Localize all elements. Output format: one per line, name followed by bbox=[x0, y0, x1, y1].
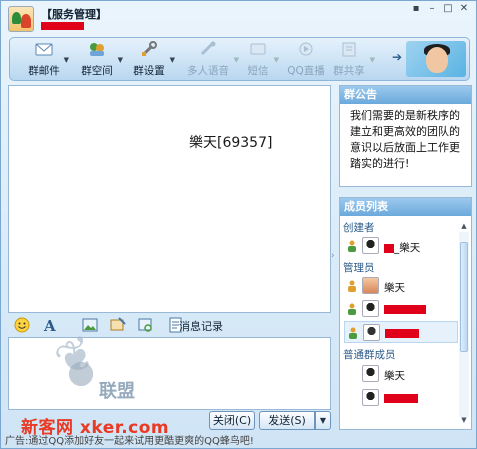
user-photo[interactable] bbox=[406, 41, 466, 77]
font-icon[interactable]: A bbox=[42, 317, 58, 333]
title-bar[interactable]: 【服务管理】 ▪ – □ ✕ bbox=[1, 1, 476, 37]
member-row[interactable] bbox=[344, 387, 458, 409]
chat-window: 【服务管理】 ▪ – □ ✕ 群邮件 ▼ 群空间 ▼ 群设置 ▼ 多人语音 ▼ bbox=[0, 0, 477, 449]
scroll-thumb[interactable] bbox=[460, 242, 468, 352]
qq-live-button[interactable]: QQ直播 bbox=[286, 40, 326, 78]
member-avatar bbox=[362, 277, 379, 294]
group-space-icon bbox=[90, 43, 104, 56]
multi-voice-button[interactable]: 多人语音 ▼ bbox=[186, 40, 239, 78]
group-space-button[interactable]: 群空间 ▼ bbox=[80, 40, 123, 78]
svg-text:A: A bbox=[43, 317, 56, 333]
member-name: 樂天 bbox=[384, 282, 405, 294]
window-title: 【服务管理】 bbox=[41, 8, 107, 21]
member-row[interactable]: 樂天 bbox=[344, 363, 458, 385]
chevron-down-icon[interactable]: ▼ bbox=[234, 56, 239, 64]
chevron-down-icon[interactable]: ▼ bbox=[64, 56, 69, 64]
member-avatar bbox=[362, 300, 379, 317]
toolbar-label: 群空间 bbox=[81, 65, 113, 77]
live-icon bbox=[299, 42, 313, 56]
member-row[interactable]: 樂天 bbox=[344, 275, 458, 297]
toolbar-label: 群设置 bbox=[133, 65, 165, 77]
announcement-text[interactable]: 我们需要的是新秩序的建立和更高效的团队的意识以后放面上工作更踏实的进行! bbox=[340, 104, 471, 172]
group-label-creator: 创建者 bbox=[343, 222, 375, 234]
chevron-down-icon[interactable]: ▼ bbox=[118, 56, 123, 64]
close-button[interactable]: 关闭(C) bbox=[209, 411, 255, 430]
ad-text[interactable]: 广告:通过QQ添加好友一起来试用更酷更爽的QQ蜂鸟吧! bbox=[5, 432, 335, 448]
member-name: _樂天 bbox=[384, 240, 420, 255]
pin-icon[interactable]: ▪ bbox=[410, 3, 422, 15]
group-mail-button[interactable]: 群邮件 ▼ bbox=[28, 40, 69, 78]
chevron-down-icon[interactable]: ▼ bbox=[274, 56, 279, 64]
member-list-panel: 成员列表 创建者 _樂天 管理员 樂天 普通群成员 樂天 ▲ ▼ bbox=[339, 197, 472, 430]
chevron-down-icon[interactable]: ▼ bbox=[170, 56, 175, 64]
group-settings-button[interactable]: 群设置 ▼ bbox=[132, 40, 175, 78]
watermark-brand: 联盟 bbox=[99, 381, 135, 402]
group-label-members: 普通群成员 bbox=[343, 349, 396, 361]
member-name bbox=[384, 303, 426, 315]
screenshot-icon[interactable] bbox=[110, 317, 126, 333]
send-button[interactable]: 发送(S) bbox=[259, 411, 315, 430]
group-toolbar: 群邮件 ▼ 群空间 ▼ 群设置 ▼ 多人语音 ▼ 短信 ▼ QQ直播 群共享 ▼… bbox=[9, 37, 470, 81]
message-history-button[interactable]: 消息记录 bbox=[179, 318, 223, 334]
send-options-chevron-down-icon[interactable]: ▼ bbox=[315, 411, 331, 430]
input-toolbar: A bbox=[8, 315, 331, 335]
sms-icon bbox=[250, 43, 266, 55]
member-avatar bbox=[363, 324, 380, 341]
close-icon[interactable]: ✕ bbox=[458, 3, 470, 15]
collapse-arrow-icon[interactable]: › bbox=[331, 251, 337, 261]
user-icon bbox=[348, 240, 356, 252]
sms-button[interactable]: 短信 ▼ bbox=[246, 40, 279, 78]
member-row[interactable]: _樂天 bbox=[344, 235, 458, 257]
chat-partner-name: 樂天[69357] bbox=[189, 135, 273, 151]
group-label-admin: 管理员 bbox=[343, 262, 375, 274]
group-avatar-icon[interactable] bbox=[8, 6, 34, 32]
user-icon bbox=[348, 303, 356, 315]
member-avatar bbox=[362, 365, 379, 382]
user-icon bbox=[348, 280, 356, 292]
chevron-down-icon[interactable]: ▼ bbox=[370, 56, 375, 64]
settings-icon bbox=[141, 41, 157, 57]
group-share-button[interactable]: 群共享 ▼ bbox=[332, 40, 375, 78]
member-row[interactable] bbox=[344, 298, 458, 320]
member-avatar bbox=[362, 389, 379, 406]
toolbar-label: 多人语音 bbox=[187, 65, 229, 77]
minimize-icon[interactable]: – bbox=[426, 3, 438, 15]
toolbar-label: 短信 bbox=[247, 65, 269, 77]
scissors-icon[interactable] bbox=[138, 317, 154, 333]
announcement-panel: 群公告 我们需要的是新秩序的建立和更高效的团队的意识以后放面上工作更踏实的进行! bbox=[339, 85, 472, 187]
member-name bbox=[384, 392, 418, 404]
member-avatar bbox=[362, 237, 379, 254]
voice-icon bbox=[200, 41, 216, 56]
member-name bbox=[385, 327, 419, 339]
user-icon bbox=[349, 327, 357, 339]
toolbar-label: QQ直播 bbox=[287, 65, 325, 77]
scroll-down-icon[interactable]: ▼ bbox=[459, 416, 469, 426]
redacted-group-info bbox=[41, 22, 84, 30]
scroll-up-icon[interactable]: ▲ bbox=[459, 222, 469, 232]
member-list-title: 成员列表 bbox=[340, 198, 471, 216]
mail-icon bbox=[35, 43, 53, 56]
share-icon bbox=[342, 42, 356, 57]
toolbar-label: 群共享 bbox=[333, 65, 365, 77]
member-name: 樂天 bbox=[384, 370, 405, 382]
member-list-scrollbar[interactable]: ▲ ▼ bbox=[459, 222, 469, 426]
toolbar-label: 群邮件 bbox=[28, 65, 60, 77]
maximize-icon[interactable]: □ bbox=[442, 3, 454, 15]
emoticon-icon[interactable] bbox=[14, 317, 30, 333]
announcement-title: 群公告 bbox=[340, 86, 471, 104]
member-row-selected[interactable] bbox=[344, 321, 458, 343]
message-display-area[interactable] bbox=[8, 85, 331, 313]
